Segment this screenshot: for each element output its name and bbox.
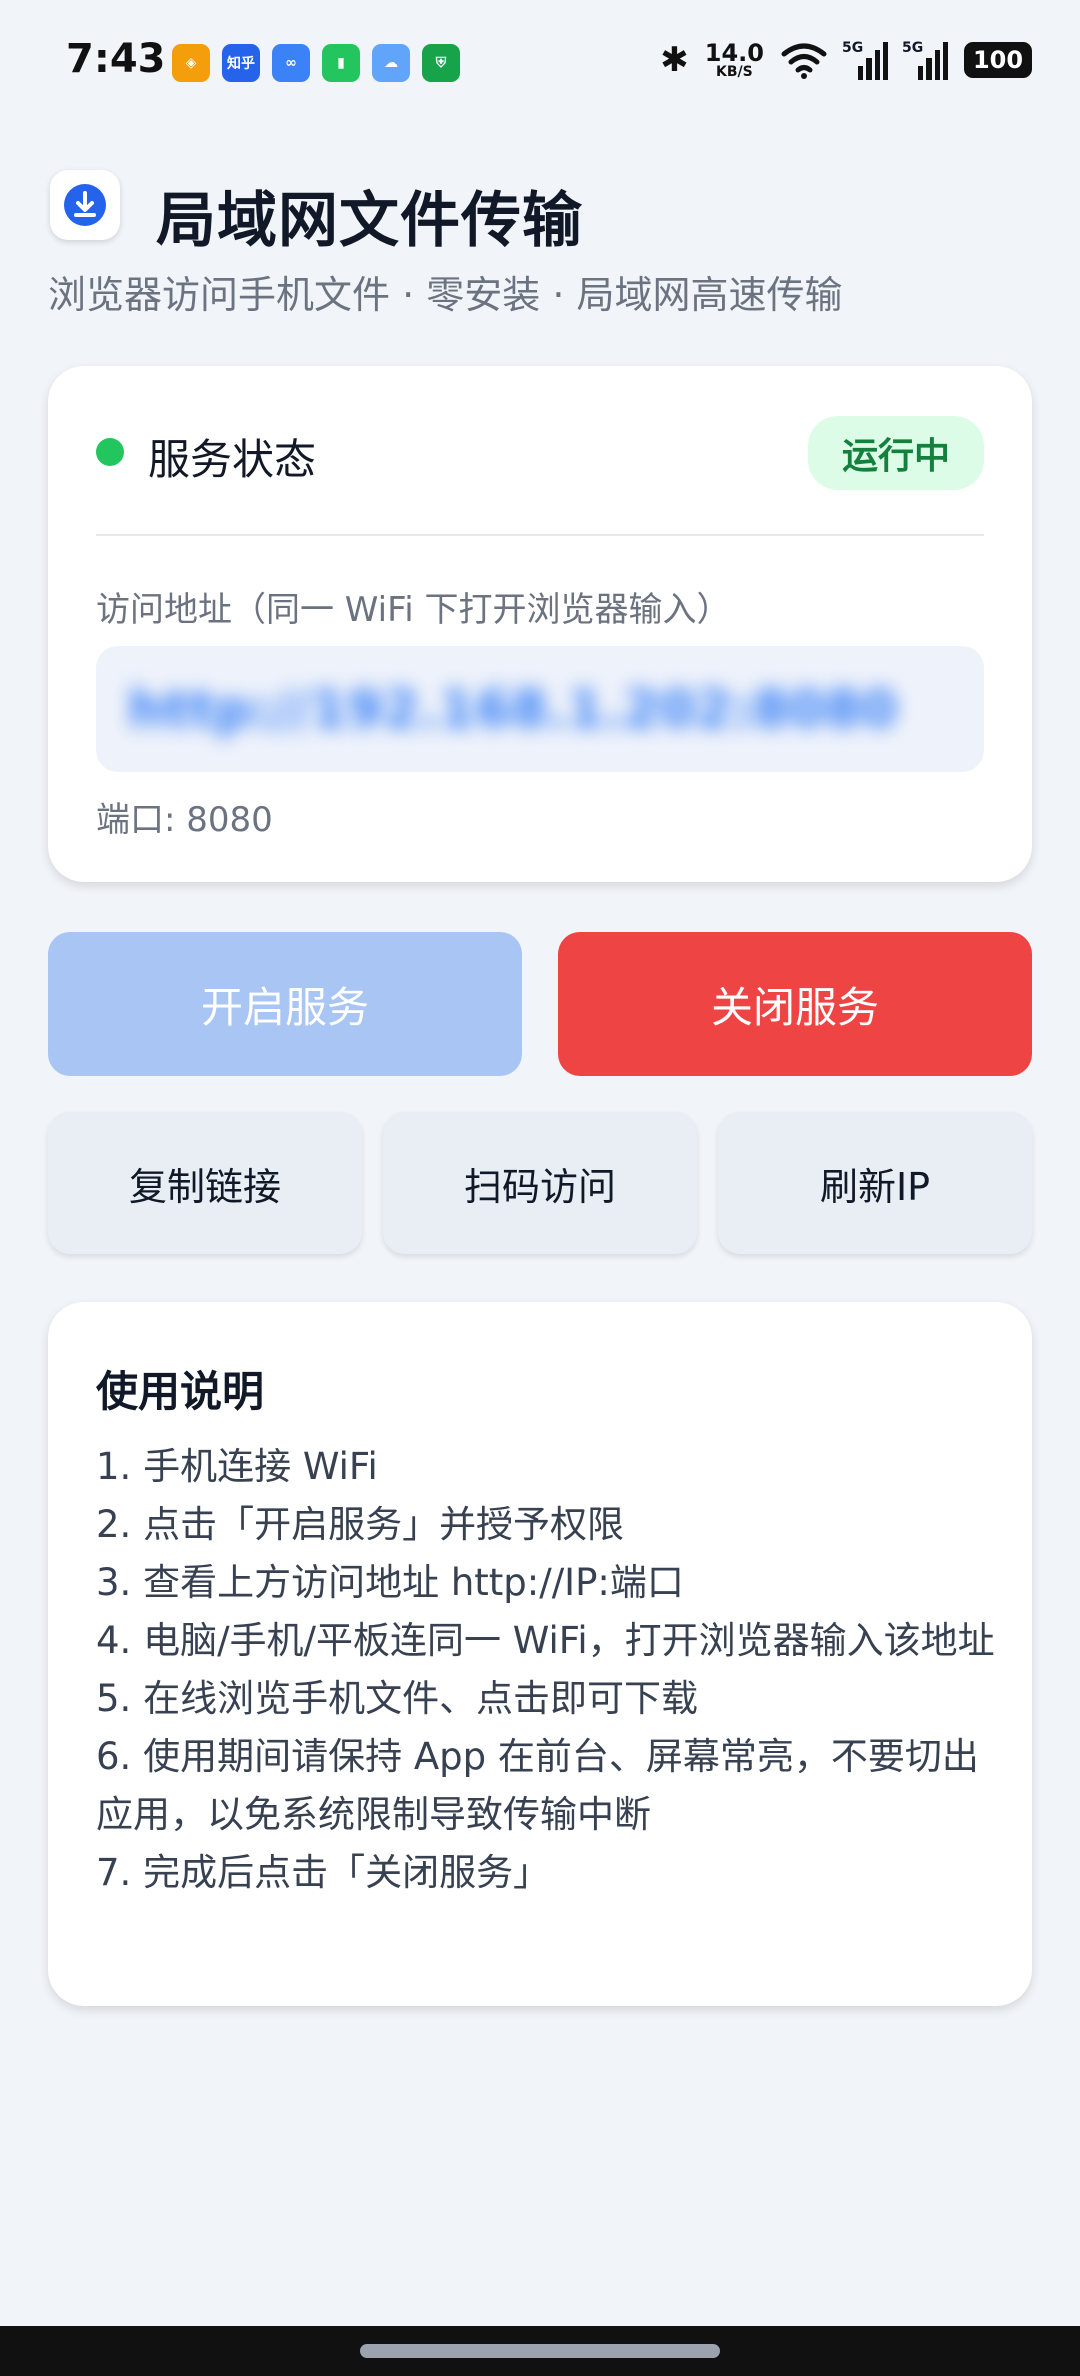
instructions-list: 1. 手机连接 WiFi 2. 点击「开启服务」并授予权限 3. 查看上方访问地… (96, 1438, 996, 1902)
cell-signal-2-label: 5G (902, 40, 924, 56)
zhihu-icon: 知乎 (222, 44, 260, 82)
instructions-card: 使用说明 1. 手机连接 WiFi 2. 点击「开启服务」并授予权限 3. 查看… (48, 1302, 1032, 2006)
battery-icon: 100 (964, 42, 1032, 78)
copy-link-button[interactable]: 复制链接 (48, 1112, 362, 1254)
service-status-card: 服务状态 运行中 访问地址（同一 WiFi 下打开浏览器输入） http://1… (48, 366, 1032, 882)
network-speed: 14.0 KB/S (705, 41, 764, 79)
cell-signal-2-icon: 5G (902, 40, 948, 80)
start-service-button[interactable]: 开启服务 (48, 932, 522, 1076)
status-time: 7:43 (66, 36, 166, 82)
access-address-text: http://192.168.1.202:8080 (128, 680, 898, 740)
service-status-label: 服务状态 (148, 435, 317, 484)
instruction-item: 5. 在线浏览手机文件、点击即可下载 (96, 1677, 699, 1720)
app-logo-icon (50, 170, 120, 240)
battery-app-icon: ▮ (322, 44, 360, 82)
instruction-item: 6. 使用期间请保持 App 在前台、屏幕常亮，不要切出应用，以免系统限制导致传… (96, 1735, 979, 1836)
download-icon (64, 184, 106, 226)
notification-icons: ◈ 知乎 ∞ ▮ ☁ ⛨ (172, 44, 460, 82)
instruction-item: 7. 完成后点击「关闭服务」 (96, 1851, 551, 1894)
instruction-item: 2. 点击「开启服务」并授予权限 (96, 1503, 625, 1546)
status-badge: 运行中 (808, 416, 984, 490)
divider (96, 534, 984, 536)
link-icon: ∞ (272, 44, 310, 82)
cell-signal-1-icon: 5G (842, 40, 888, 80)
instruction-item: 4. 电脑/手机/平板连同一 WiFi，打开浏览器输入该地址 (96, 1619, 995, 1662)
app-orange-icon: ◈ (172, 44, 210, 82)
stop-service-button[interactable]: 关闭服务 (558, 932, 1032, 1076)
system-nav-bar (0, 2326, 1080, 2376)
scan-qr-button[interactable]: 扫码访问 (383, 1112, 697, 1254)
status-bar: 7:43 ◈ 知乎 ∞ ▮ ☁ ⛨ ✱ 14.0 KB/S 5G 5G 100 (0, 0, 1080, 120)
network-speed-unit: KB/S (716, 64, 753, 80)
network-speed-value: 14.0 (704, 39, 764, 67)
port-label: 端口: 8080 (96, 800, 273, 840)
system-indicators: ✱ 14.0 KB/S 5G 5G 100 (660, 40, 1032, 80)
access-address-box[interactable]: http://192.168.1.202:8080 (96, 646, 984, 772)
address-caption: 访问地址（同一 WiFi 下打开浏览器输入） (96, 590, 731, 630)
cell-signal-1-label: 5G (842, 40, 864, 56)
page-subtitle: 浏览器访问手机文件 · 零安装 · 局域网高速传输 (48, 273, 843, 317)
refresh-ip-button[interactable]: 刷新IP (718, 1112, 1032, 1254)
home-gesture-handle[interactable] (360, 2344, 720, 2358)
status-indicator-dot (96, 438, 124, 466)
page-title: 局域网文件传输 (156, 186, 583, 256)
instructions-title: 使用说明 (96, 1367, 265, 1416)
shield-icon: ⛨ (422, 44, 460, 82)
instruction-item: 3. 查看上方访问地址 http://IP:端口 (96, 1561, 684, 1604)
weather-icon: ☁ (372, 44, 410, 82)
bluetooth-icon: ✱ (660, 40, 689, 80)
instruction-item: 1. 手机连接 WiFi (96, 1445, 378, 1488)
wifi-icon (781, 43, 827, 79)
